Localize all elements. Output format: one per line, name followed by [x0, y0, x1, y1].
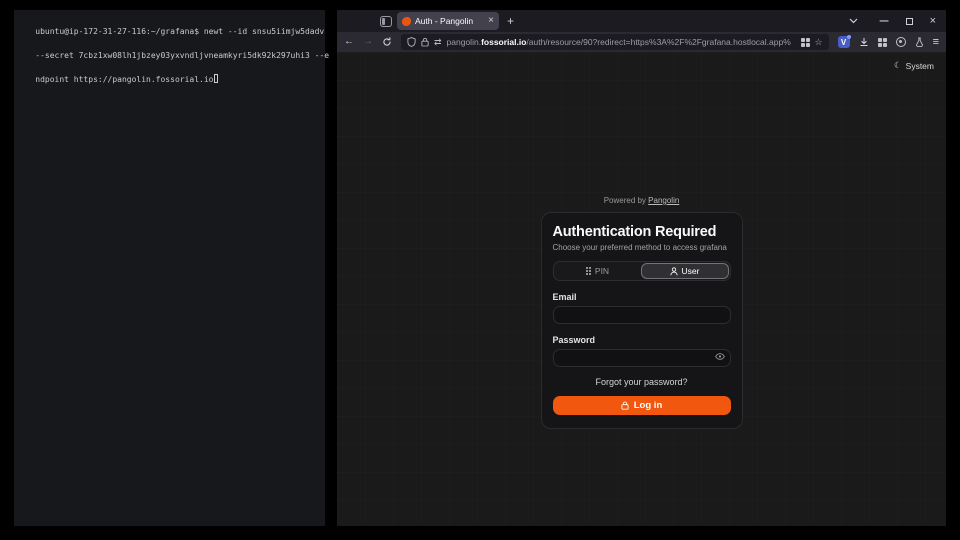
- navigation-toolbar: ← → ⇄ pangolin.fossorial.io/auth/resourc…: [337, 32, 946, 52]
- auth-card: Authentication Required Choose your pref…: [541, 212, 743, 429]
- url-text: pangolin.fossorial.io/auth/resource/90?r…: [447, 37, 796, 47]
- login-button[interactable]: Log in: [553, 396, 731, 415]
- back-button[interactable]: ←: [344, 37, 354, 47]
- tab-auth-pangolin[interactable]: Auth - Pangolin ×: [397, 12, 499, 30]
- password-label: Password: [553, 335, 731, 345]
- email-label: Email: [553, 292, 731, 302]
- window-close-button[interactable]: ×: [930, 15, 936, 27]
- tab-bar: Auth - Pangolin × + – ×: [337, 10, 946, 32]
- window-maximize-button[interactable]: [906, 18, 913, 25]
- user-icon: [670, 267, 678, 276]
- show-password-eye-icon[interactable]: [715, 353, 725, 360]
- bookmark-star-icon[interactable]: ☆: [815, 38, 823, 47]
- downloads-icon[interactable]: [859, 37, 869, 47]
- login-button-label: Log in: [634, 400, 663, 411]
- tracking-protection-shield-icon[interactable]: [407, 37, 416, 47]
- window-minimize-button[interactable]: –: [880, 12, 889, 30]
- tab-close-icon[interactable]: ×: [488, 16, 494, 26]
- forward-button[interactable]: →: [363, 37, 373, 47]
- padlock-icon[interactable]: [421, 37, 429, 47]
- theme-toggle[interactable]: ☾ System: [894, 60, 934, 71]
- terminal-cursor: [214, 74, 218, 83]
- auth-section: Powered by Pangolin Authentication Requi…: [337, 196, 946, 429]
- powered-by: Powered by Pangolin: [337, 196, 946, 205]
- flask-extension-icon[interactable]: [915, 37, 924, 47]
- auth-method-tabs: PIN User: [553, 261, 731, 281]
- firefox-view-icon[interactable]: [380, 16, 392, 27]
- browser-window: Auth - Pangolin × + – × ← →: [337, 10, 946, 526]
- pangolin-favicon-icon: [402, 17, 411, 26]
- menu-icon[interactable]: ≡: [933, 36, 939, 48]
- terminal-line: ndpoint https://pangolin.fossorial.io: [35, 75, 213, 84]
- page-content: ☾ System Powered by Pangolin Authenticat…: [337, 52, 946, 526]
- terminal-line: --secret 7cbz1xw08lh1jbzey03yxvndljvneam…: [35, 51, 329, 60]
- tab-title: Auth - Pangolin: [415, 16, 484, 26]
- redirect-exchange-icon[interactable]: ⇄: [434, 38, 442, 47]
- terminal-window[interactable]: ubuntu@ip-172-31-27-116:~/grafana$ newt …: [14, 10, 325, 526]
- extension-v-icon[interactable]: V: [838, 36, 850, 48]
- pangolin-link[interactable]: Pangolin: [648, 196, 679, 205]
- lock-icon: [621, 401, 629, 410]
- tab-pin[interactable]: PIN: [555, 263, 641, 279]
- email-field[interactable]: [553, 306, 731, 324]
- moon-icon: ☾: [894, 60, 902, 71]
- card-subtitle: Choose your preferred method to access g…: [553, 243, 731, 252]
- extension-ring-icon[interactable]: [896, 37, 906, 47]
- tab-list-chevron-icon[interactable]: [849, 18, 858, 24]
- desktop: ubuntu@ip-172-31-27-116:~/grafana$ newt …: [0, 0, 960, 540]
- theme-label: System: [906, 61, 934, 71]
- reload-button[interactable]: [382, 37, 392, 47]
- new-tab-button[interactable]: +: [507, 14, 514, 28]
- terminal-line: ubuntu@ip-172-31-27-116:~/grafana$ newt …: [35, 27, 324, 36]
- page-action-grid-icon[interactable]: [801, 38, 810, 47]
- keypad-icon: [586, 267, 591, 275]
- password-field[interactable]: [553, 349, 731, 367]
- url-bar[interactable]: ⇄ pangolin.fossorial.io/auth/resource/90…: [401, 34, 829, 50]
- card-title: Authentication Required: [553, 224, 731, 240]
- extensions-icon[interactable]: [878, 38, 887, 47]
- tab-user[interactable]: User: [641, 263, 729, 279]
- forgot-password-link[interactable]: Forgot your password?: [553, 377, 731, 387]
